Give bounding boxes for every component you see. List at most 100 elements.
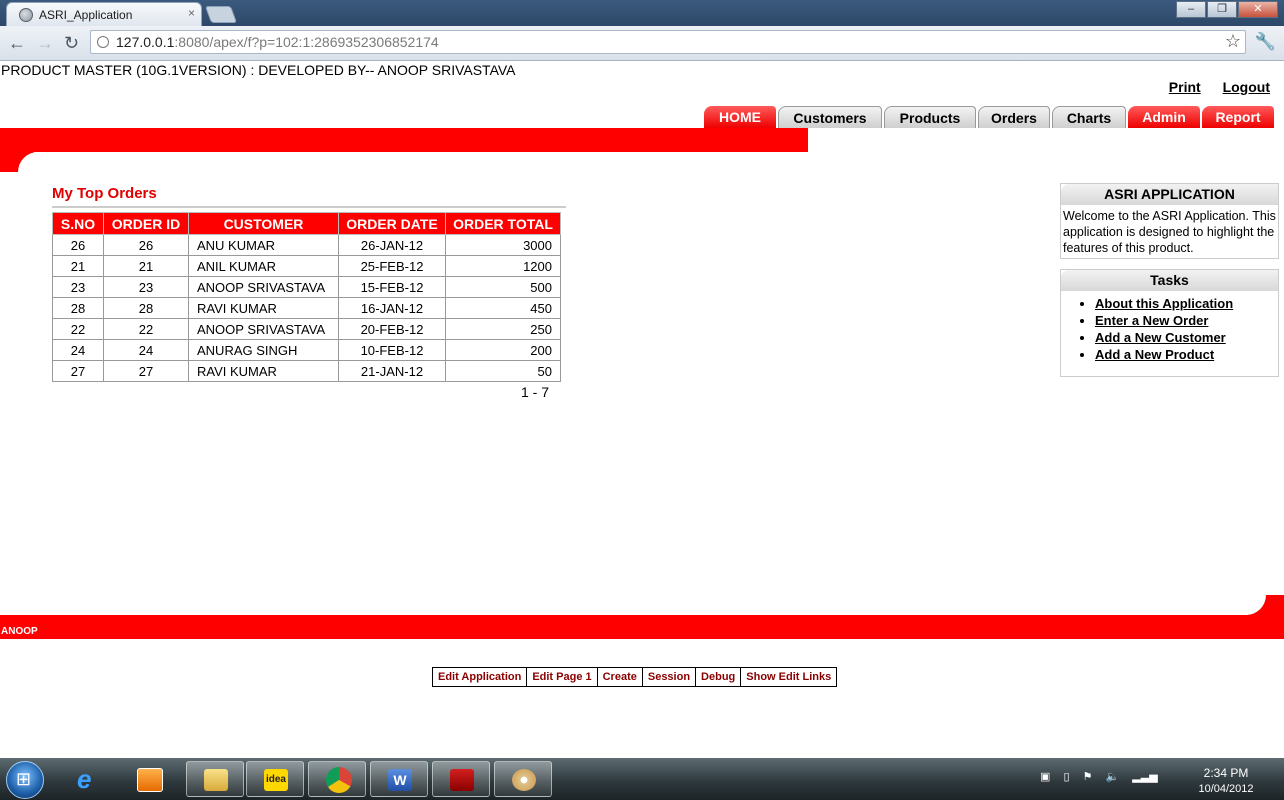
list-item: About this Application	[1095, 295, 1278, 312]
close-window-button[interactable]: ✕	[1238, 1, 1278, 18]
acrobat-icon[interactable]	[432, 761, 490, 797]
taskbar-clock[interactable]: 2:34 PM 10/04/2012	[1190, 765, 1262, 797]
tab-products[interactable]: Products	[884, 106, 976, 128]
column-header[interactable]: ORDER TOTAL	[445, 212, 561, 235]
cell-customer: ANIL KUMAR	[188, 255, 339, 277]
top-links: Print Logout	[1151, 79, 1270, 95]
task-link-new-customer[interactable]: Add a New Customer	[1095, 330, 1226, 345]
file-explorer-icon[interactable]	[186, 761, 244, 797]
minimize-button[interactable]: –	[1176, 1, 1206, 18]
tasks-box: Tasks About this Application Enter a New…	[1060, 269, 1279, 377]
system-tray: ▣ ▯ ⚑ 🔈 ▂▃▅	[1040, 770, 1158, 783]
info-box: ASRI APPLICATION Welcome to the ASRI App…	[1060, 183, 1279, 259]
reload-icon[interactable]: ↻	[64, 33, 79, 54]
cell-order-id: 26	[103, 234, 189, 256]
media-player-icon[interactable]	[120, 761, 178, 797]
network-icon[interactable]: ▣	[1040, 771, 1050, 783]
column-header[interactable]: S.NO	[52, 212, 104, 235]
table-header-row: S.NO ORDER ID CUSTOMER ORDER DATE ORDER …	[52, 212, 561, 235]
new-tab-button[interactable]	[204, 6, 238, 23]
task-link-about[interactable]: About this Application	[1095, 296, 1233, 311]
cell-sno: 24	[52, 339, 104, 361]
orders-table: S.NO ORDER ID CUSTOMER ORDER DATE ORDER …	[52, 212, 561, 382]
idea-label: idea	[264, 769, 288, 791]
table-row: 23 23 ANOOP SRIVASTAVA 15-FEB-12 500	[52, 276, 561, 298]
idea-netsetter-icon[interactable]: idea	[246, 761, 304, 797]
tab-admin[interactable]: Admin	[1128, 106, 1200, 128]
cell-order-total: 3000	[445, 234, 561, 256]
cell-order-total: 450	[445, 297, 561, 319]
address-bar[interactable]: 127.0.0.1:8080/apex/f?p=102:1:2869352306…	[90, 30, 1246, 54]
tab-home[interactable]: HOME	[704, 106, 776, 128]
cell-customer: ANOOP SRIVASTAVA	[188, 318, 339, 340]
logout-link[interactable]: Logout	[1223, 79, 1270, 95]
create-link[interactable]: Create	[596, 668, 642, 686]
cell-sno: 23	[52, 276, 104, 298]
wrench-menu-icon[interactable]: 🔧	[1255, 32, 1276, 52]
flag-icon[interactable]: ⚑	[1083, 771, 1093, 783]
region-divider	[52, 206, 566, 208]
cell-sno: 21	[52, 255, 104, 277]
word-icon[interactable]: W	[370, 761, 428, 797]
region-title: My Top Orders	[52, 185, 157, 202]
cell-sno: 27	[52, 360, 104, 382]
session-link[interactable]: Session	[641, 668, 696, 686]
edit-page-link[interactable]: Edit Page 1	[526, 668, 597, 686]
tasks-list: About this Application Enter a New Order…	[1061, 295, 1278, 363]
clock-time: 2:34 PM	[1203, 766, 1249, 780]
tab-customers[interactable]: Customers	[778, 106, 882, 128]
cell-order-date: 15-FEB-12	[338, 276, 446, 298]
cell-order-id: 27	[103, 360, 189, 382]
chrome-icon[interactable]	[308, 761, 366, 797]
back-icon[interactable]: ←	[8, 33, 26, 54]
list-item: Add a New Product	[1095, 346, 1278, 363]
page-icon	[97, 36, 109, 48]
tab-orders[interactable]: Orders	[978, 106, 1050, 128]
show-edit-links-link[interactable]: Show Edit Links	[740, 668, 837, 686]
tab-close-icon[interactable]: ×	[188, 6, 195, 20]
signal-icon[interactable]: ▂▃▅	[1132, 771, 1157, 783]
task-link-new-product[interactable]: Add a New Product	[1095, 347, 1214, 362]
cell-customer: RAVI KUMAR	[188, 297, 339, 319]
column-header[interactable]: ORDER DATE	[338, 212, 446, 235]
cell-order-id: 22	[103, 318, 189, 340]
print-link[interactable]: Print	[1169, 79, 1201, 95]
tab-report[interactable]: Report	[1202, 106, 1274, 128]
cell-sno: 28	[52, 297, 104, 319]
developer-toolbar: Edit Application Edit Page 1 Create Sess…	[432, 667, 838, 687]
table-row: 27 27 RAVI KUMAR 21-JAN-12 50	[52, 360, 561, 382]
cell-customer: ANURAG SINGH	[188, 339, 339, 361]
header-band	[0, 128, 808, 152]
column-header[interactable]: CUSTOMER	[188, 212, 339, 235]
info-box-text: Welcome to the ASRI Application. This ap…	[1063, 209, 1276, 255]
tab-title: ASRI_Application	[39, 8, 133, 22]
column-header[interactable]: ORDER ID	[103, 212, 189, 235]
browser-tab[interactable]: ASRI_Application ×	[6, 2, 202, 26]
globe-icon	[19, 8, 33, 22]
forward-icon[interactable]: →	[36, 33, 54, 54]
cell-order-date: 10-FEB-12	[338, 339, 446, 361]
volume-icon[interactable]: 🔈	[1106, 771, 1120, 783]
tab-charts[interactable]: Charts	[1052, 106, 1126, 128]
cell-order-date: 25-FEB-12	[338, 255, 446, 277]
footer-user: ANOOP	[1, 626, 38, 637]
internet-explorer-icon[interactable]: e	[60, 761, 118, 797]
url-host: 127.0.0.1	[116, 34, 175, 50]
restore-button[interactable]: ❐	[1207, 1, 1237, 18]
tasks-box-title: Tasks	[1061, 270, 1278, 291]
paint-icon[interactable]	[494, 761, 552, 797]
table-row: 24 24 ANURAG SINGH 10-FEB-12 200	[52, 339, 561, 361]
edit-application-link[interactable]: Edit Application	[433, 668, 527, 686]
debug-link[interactable]: Debug	[695, 668, 741, 686]
cell-sno: 26	[52, 234, 104, 256]
browser-title-bar: ASRI_Application × – ❐ ✕	[0, 0, 1284, 26]
pagination-label: 1 - 7	[521, 384, 550, 400]
cell-order-id: 24	[103, 339, 189, 361]
cell-order-total: 500	[445, 276, 561, 298]
cell-order-date: 21-JAN-12	[338, 360, 446, 382]
task-link-new-order[interactable]: Enter a New Order	[1095, 313, 1208, 328]
bookmark-star-icon[interactable]: ☆	[1225, 31, 1241, 52]
start-orb-icon[interactable]: ⊞	[6, 761, 44, 799]
url-path: :8080/apex/f?p=102:1:2869352306852174	[174, 34, 439, 50]
power-icon[interactable]: ▯	[1063, 771, 1069, 783]
